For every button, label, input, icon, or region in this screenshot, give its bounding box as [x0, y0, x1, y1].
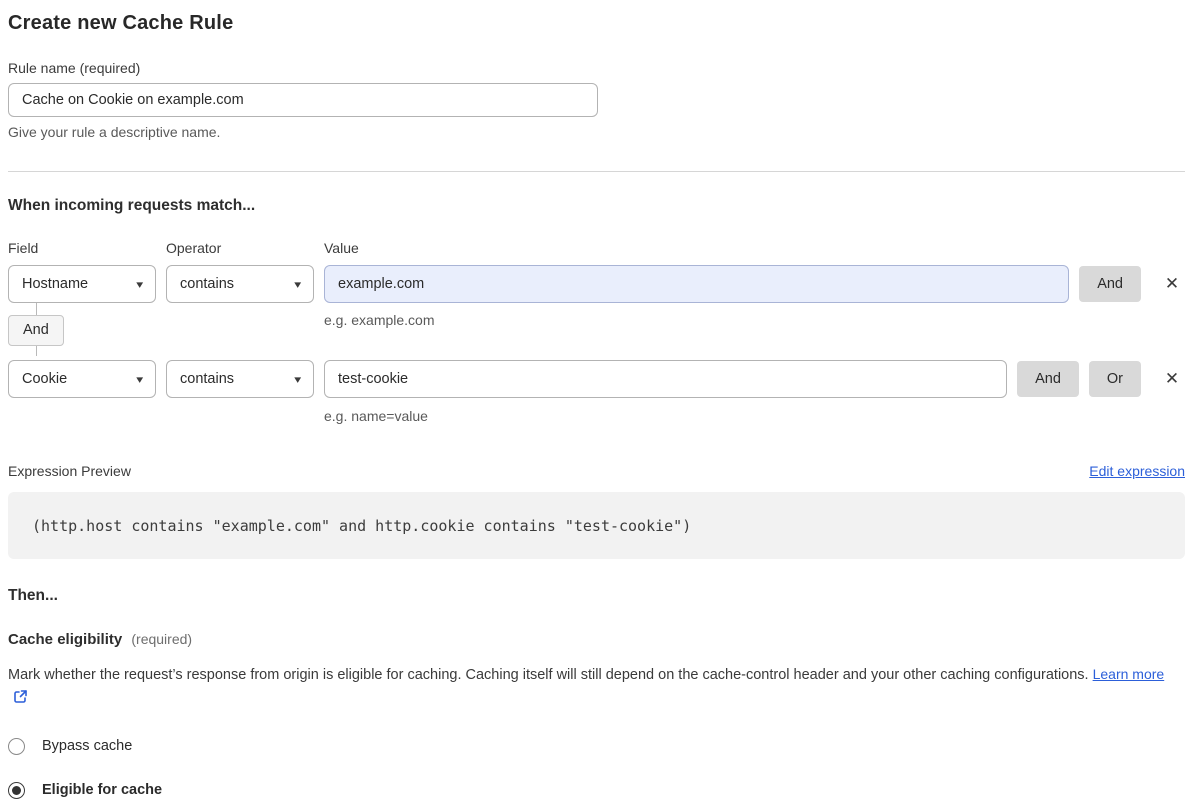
- chevron-down-icon: ▾: [295, 373, 302, 386]
- page-title: Create new Cache Rule: [8, 12, 1185, 35]
- and-connector-chip[interactable]: And: [8, 315, 64, 346]
- value-input[interactable]: [324, 360, 1007, 398]
- required-badge: (required): [131, 631, 192, 647]
- field-column-label: Field: [8, 240, 156, 256]
- condition-connector-zone: And e.g. example.com: [8, 303, 1185, 360]
- rule-name-label: Rule name (required): [8, 60, 1185, 76]
- learn-more-link[interactable]: Learn more: [1093, 666, 1165, 682]
- connector-line: [36, 346, 37, 356]
- cache-eligibility-description: Mark whether the request’s response from…: [8, 663, 1185, 711]
- expression-preview-label: Expression Preview: [8, 463, 131, 479]
- rule-name-helper: Give your rule a descriptive name.: [8, 124, 1185, 140]
- value-hint: e.g. name=value: [324, 408, 1185, 424]
- and-condition-button[interactable]: And: [1079, 266, 1141, 302]
- external-link-icon: [13, 689, 28, 704]
- field-select[interactable]: Cookie ▾: [8, 360, 156, 398]
- chevron-down-icon: ▾: [137, 278, 144, 291]
- value-hint: e.g. example.com: [324, 312, 435, 328]
- create-cache-rule-form: Create new Cache Rule Rule name (require…: [0, 0, 1200, 799]
- operator-select[interactable]: contains ▾: [166, 265, 314, 303]
- section-divider: [8, 171, 1185, 172]
- rule-name-input[interactable]: [8, 83, 598, 117]
- chevron-down-icon: ▾: [137, 373, 144, 386]
- then-heading: Then...: [8, 587, 1185, 605]
- field-select-value: Hostname: [22, 276, 88, 292]
- operator-select[interactable]: contains ▾: [166, 360, 314, 398]
- rule-name-section: Rule name (required) Give your rule a de…: [8, 60, 1185, 140]
- expression-preview-box: (http.host contains "example.com" and ht…: [8, 492, 1185, 559]
- remove-condition-icon[interactable]: ✕: [1159, 265, 1185, 303]
- chevron-down-icon: ▾: [295, 278, 302, 291]
- expression-preview-header: Expression Preview Edit expression: [8, 463, 1185, 479]
- radio-button-icon[interactable]: [8, 738, 25, 755]
- field-select-value: Cookie: [22, 371, 67, 387]
- condition-column-headers: Field Operator Value: [8, 240, 1185, 256]
- connector-line: [36, 303, 37, 315]
- and-condition-button[interactable]: And: [1017, 361, 1079, 397]
- match-heading: When incoming requests match...: [8, 197, 1185, 215]
- radio-label: Eligible for cache: [42, 782, 162, 798]
- value-column-label: Value: [324, 240, 1185, 256]
- condition-row: Hostname ▾ contains ▾ And ✕: [8, 265, 1185, 303]
- field-select[interactable]: Hostname ▾: [8, 265, 156, 303]
- value-input[interactable]: [324, 265, 1069, 303]
- remove-condition-icon[interactable]: ✕: [1159, 360, 1185, 398]
- edit-expression-link[interactable]: Edit expression: [1089, 463, 1185, 479]
- radio-button-icon[interactable]: [8, 782, 25, 799]
- operator-select-value: contains: [180, 371, 234, 387]
- radio-option-bypass-cache[interactable]: Bypass cache: [8, 738, 1185, 755]
- radio-option-eligible-for-cache[interactable]: Eligible for cache: [8, 782, 1185, 799]
- expression-code: (http.host contains "example.com" and ht…: [32, 517, 691, 535]
- cache-eligibility-heading: Cache eligibility (required): [8, 631, 1185, 648]
- radio-label: Bypass cache: [42, 738, 132, 754]
- or-condition-button[interactable]: Or: [1089, 361, 1141, 397]
- cache-eligibility-title: Cache eligibility: [8, 631, 122, 648]
- operator-column-label: Operator: [166, 240, 314, 256]
- description-text: Mark whether the request’s response from…: [8, 667, 1089, 683]
- condition-row: Cookie ▾ contains ▾ And Or ✕: [8, 360, 1185, 398]
- operator-select-value: contains: [180, 276, 234, 292]
